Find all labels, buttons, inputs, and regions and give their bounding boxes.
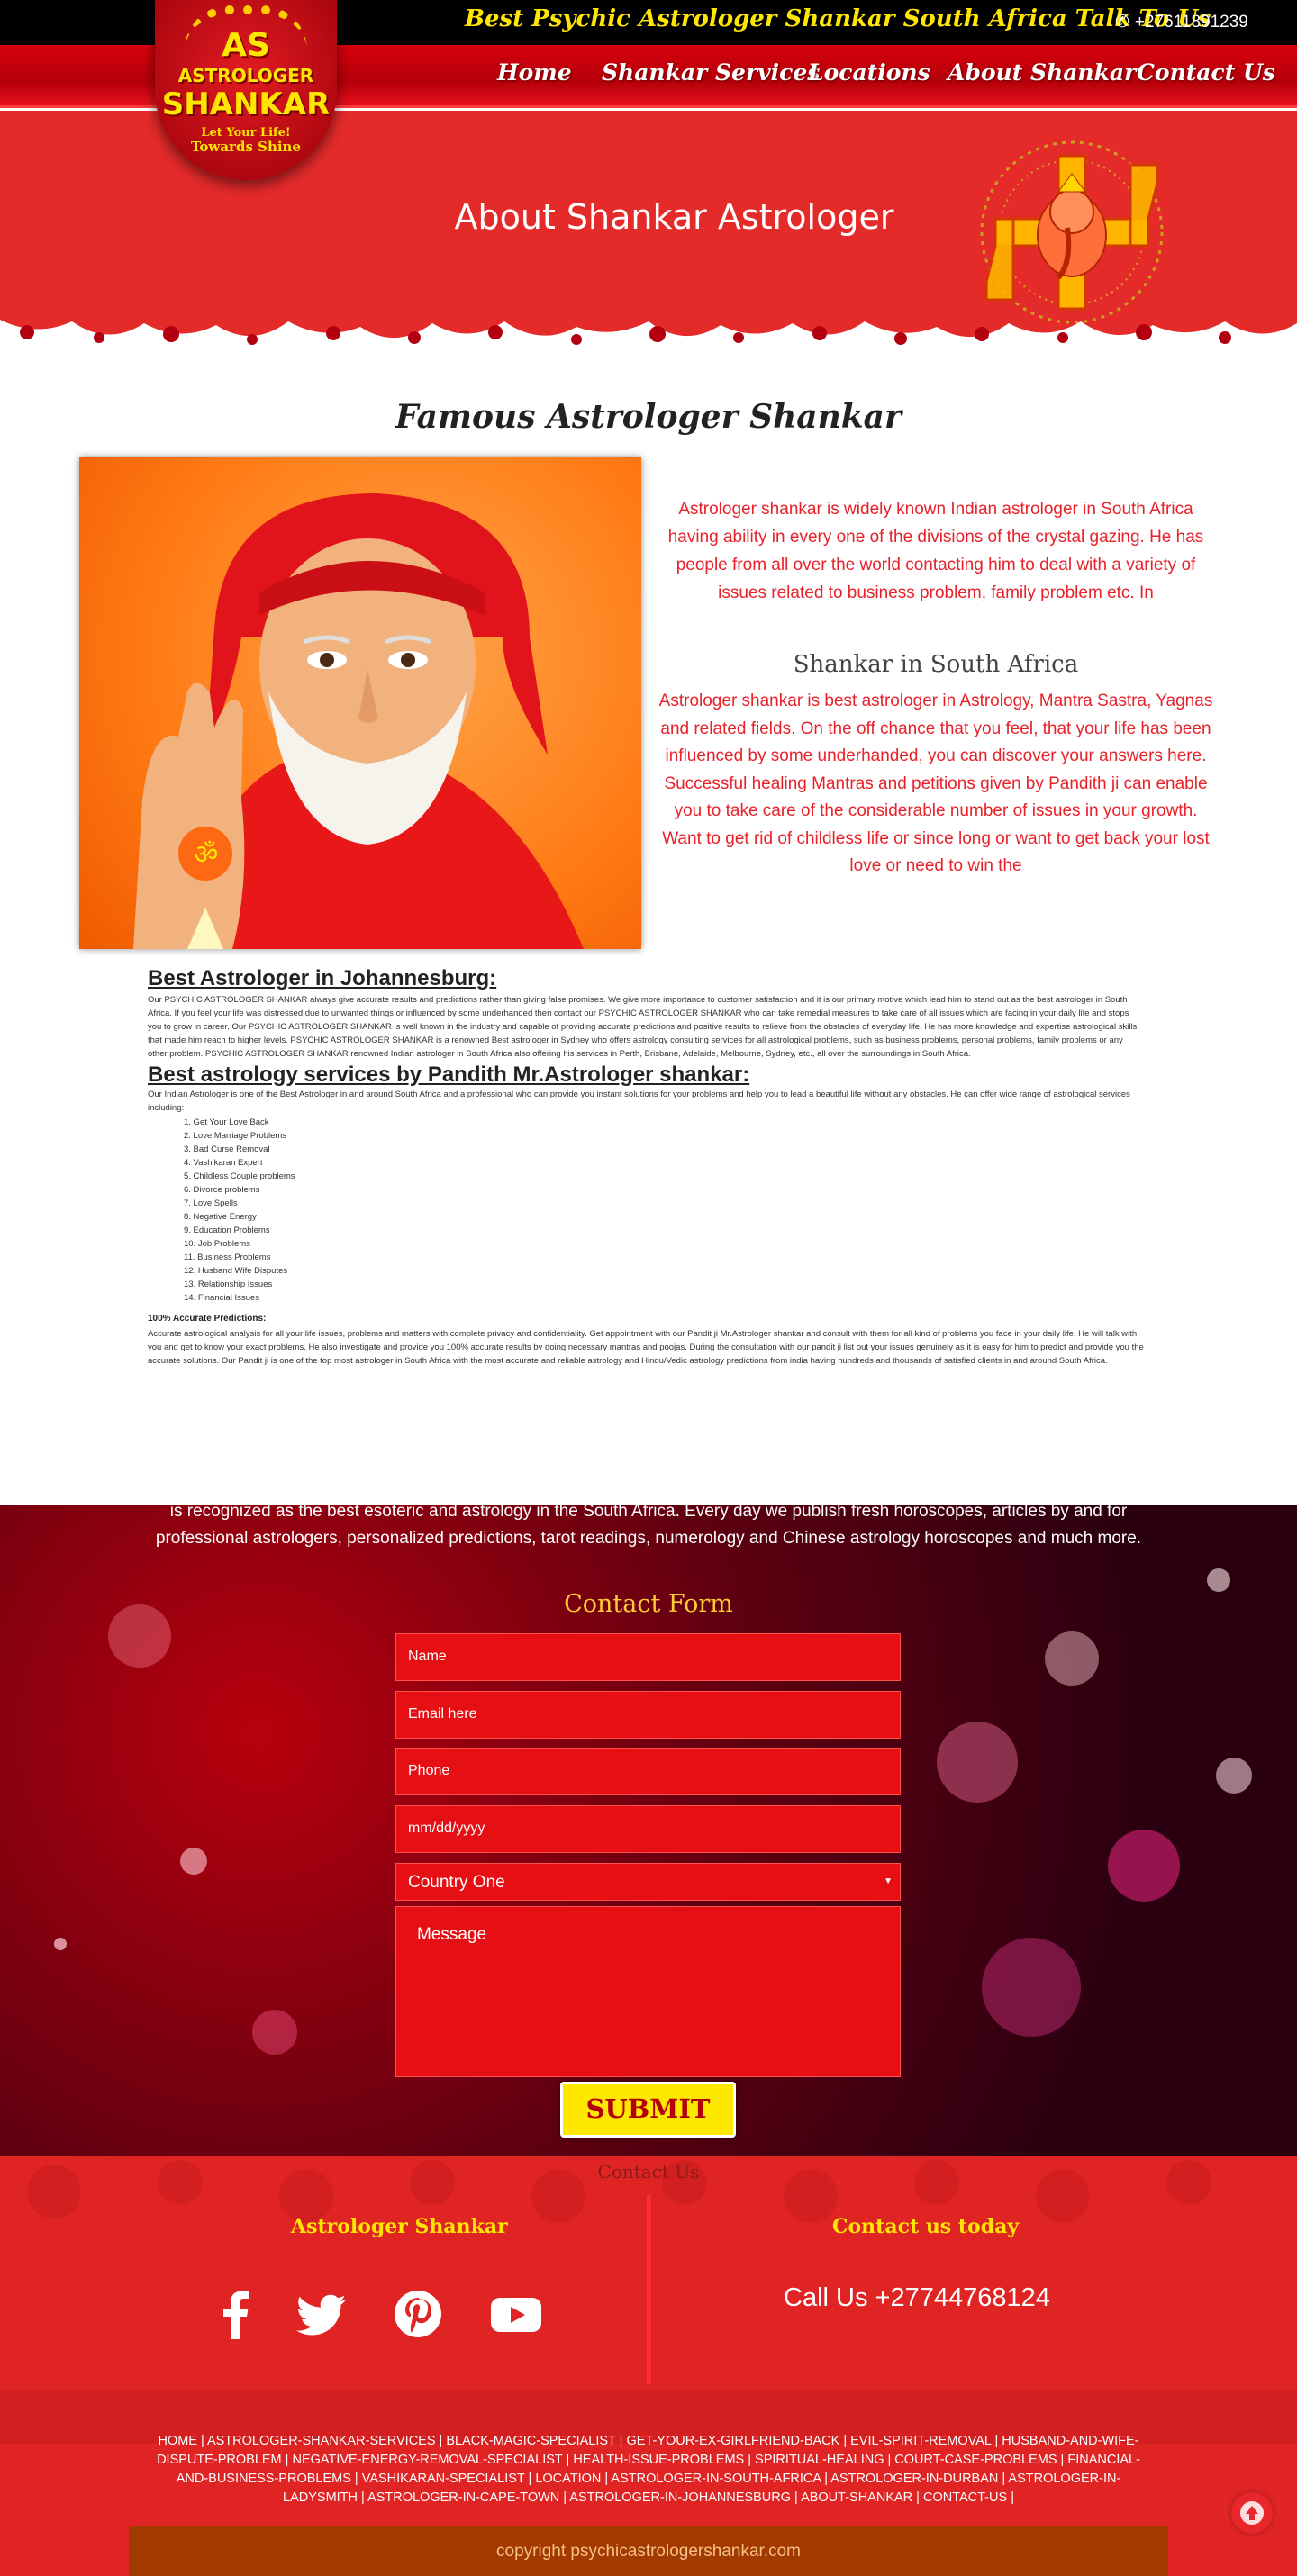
about-intro-text: Astrologer shankar is widely known India… bbox=[667, 500, 1204, 602]
services-intro-text: Our Indian Astrologer is one of the Best… bbox=[148, 1089, 1130, 1113]
list-item: 1. Get Your Love Back bbox=[184, 1117, 269, 1127]
youtube-icon[interactable] bbox=[489, 2287, 543, 2341]
bokeh-light bbox=[1108, 1830, 1180, 1902]
footer-right-title: Contact us today bbox=[832, 2215, 1020, 2238]
bokeh-light bbox=[252, 2010, 297, 2055]
list-item: 14. Financial Issues bbox=[184, 1293, 259, 1303]
chevron-down-icon: ▼ bbox=[884, 1876, 893, 1886]
site-logo[interactable]: AS ASTROLOGER SHANKAR Let Your Life! Tow… bbox=[155, 0, 337, 180]
footer-link[interactable]: ASTROLOGER-SHANKAR-SERVICES bbox=[207, 2434, 436, 2448]
nav-shankar-services[interactable]: Shankar Services bbox=[602, 59, 820, 86]
country-select[interactable]: Country One ▼ bbox=[395, 1863, 901, 1901]
south-africa-text: Astrologer shankar is best astrologer in… bbox=[658, 691, 1213, 875]
contact-blurb: is recognized as the best esoteric and a… bbox=[155, 1505, 1142, 1548]
logo-slogan-2: Towards Shine bbox=[190, 139, 302, 155]
ganesha-swastik-icon bbox=[980, 140, 1164, 324]
footer-faint-title: Contact Us bbox=[597, 2161, 700, 2183]
footer-link[interactable]: HOME bbox=[158, 2434, 197, 2448]
footer-link[interactable]: ASTROLOGER-IN-JOHANNESBURG bbox=[569, 2490, 791, 2505]
list-item: 12. Husband Wife Disputes bbox=[184, 1266, 288, 1276]
bokeh-light bbox=[982, 1938, 1081, 2037]
footer-link[interactable]: HEALTH-ISSUE-PROBLEMS bbox=[573, 2453, 744, 2467]
nav-home[interactable]: Home bbox=[497, 59, 572, 86]
footer-link[interactable]: ASTROLOGER-IN-DURBAN bbox=[830, 2472, 998, 2486]
south-africa-heading: Shankar in South Africa bbox=[793, 651, 1079, 678]
footer-link[interactable]: BLACK-MAGIC-SPECIALIST bbox=[446, 2434, 615, 2448]
bokeh-light bbox=[1216, 1758, 1252, 1794]
sai-baba-portrait-image: ॐ bbox=[79, 457, 641, 949]
submit-button[interactable]: SUBMIT bbox=[560, 2082, 736, 2138]
top-phone[interactable]: ✆ +27611891239 bbox=[1115, 12, 1248, 32]
list-item: 3. Bad Curse Removal bbox=[184, 1144, 270, 1154]
johannesburg-text: Our PSYCHIC ASTROLOGER SHANKAR always gi… bbox=[148, 995, 1138, 1059]
about-heading: Famous Astrologer Shankar bbox=[395, 398, 902, 436]
accurate-predictions-text: Accurate astrological analysis for all y… bbox=[148, 1329, 1144, 1366]
twitter-icon[interactable] bbox=[295, 2287, 349, 2341]
nav-about-shankar[interactable]: About Shankar bbox=[948, 59, 1136, 86]
footer-link[interactable]: SPIRITUAL-HEALING bbox=[755, 2453, 884, 2467]
bokeh-light bbox=[1045, 1631, 1099, 1686]
list-item: 5. Childless Couple problems bbox=[184, 1171, 295, 1181]
footer-link[interactable]: CONTACT-US bbox=[923, 2490, 1007, 2505]
bokeh-light bbox=[1207, 1568, 1230, 1592]
footer-left-title: Astrologer Shankar bbox=[291, 2215, 508, 2238]
list-item: 13. Relationship Issues bbox=[184, 1279, 273, 1289]
footer-link[interactable]: ABOUT-SHANKAR bbox=[801, 2490, 912, 2505]
nav-contact-us[interactable]: Contact Us bbox=[1137, 59, 1275, 86]
logo-initials: AS bbox=[222, 27, 270, 64]
footer-divider bbox=[647, 2195, 651, 2384]
footer-link[interactable]: COURT-CASE-PROBLEMS bbox=[894, 2453, 1057, 2467]
list-item: 8. Negative Energy bbox=[184, 1212, 257, 1222]
hero-splash-edge bbox=[0, 320, 1297, 381]
country-select-value: Country One bbox=[408, 1873, 505, 1892]
logo-slogan-1: Let Your Life! bbox=[201, 126, 291, 140]
copyright-bar: copyright psychicastrologershankar.com bbox=[129, 2526, 1168, 2576]
facebook-icon[interactable] bbox=[209, 2287, 263, 2341]
portrait-illustration: ॐ bbox=[133, 493, 584, 949]
footer-link[interactable]: VASHIKARAN-SPECIALIST bbox=[362, 2472, 525, 2486]
accurate-predictions-title: 100% Accurate Predictions: bbox=[148, 1314, 267, 1324]
back-to-top-button[interactable] bbox=[1231, 2492, 1273, 2534]
svg-text:ॐ: ॐ bbox=[194, 839, 218, 871]
name-field[interactable]: Name bbox=[395, 1633, 901, 1681]
list-item: 10. Job Problems bbox=[184, 1239, 250, 1249]
phone-field[interactable]: Phone bbox=[395, 1748, 901, 1795]
email-field[interactable]: Email here bbox=[395, 1691, 901, 1739]
list-item: 11. Business Problems bbox=[184, 1252, 271, 1262]
list-item: 4. Vashikaran Expert bbox=[184, 1158, 263, 1168]
bokeh-light bbox=[937, 1722, 1018, 1803]
message-field[interactable]: Message bbox=[395, 1906, 901, 2077]
johannesburg-title: Best Astrologer in Johannesburg: bbox=[148, 966, 497, 990]
logo-line-astrologer: ASTROLOGER bbox=[177, 65, 314, 86]
nav-locations[interactable]: Locations bbox=[808, 59, 930, 86]
pinterest-icon[interactable] bbox=[391, 2287, 445, 2341]
footer-link[interactable]: LOCATION bbox=[535, 2472, 601, 2486]
list-item: 6. Divorce problems bbox=[184, 1185, 260, 1195]
footer-link[interactable]: ASTROLOGER-IN-CAPE-TOWN bbox=[367, 2490, 559, 2505]
bokeh-light bbox=[180, 1848, 207, 1875]
list-item: 7. Love Spells bbox=[184, 1198, 238, 1208]
footer-link[interactable]: ASTROLOGER-IN-SOUTH-AFRICA bbox=[611, 2472, 821, 2486]
services-list: 1. Get Your Love Back 2. Love Marriage P… bbox=[184, 1116, 295, 1305]
services-title: Best astrology services by Pandith Mr.As… bbox=[148, 1062, 750, 1087]
list-item: 9. Education Problems bbox=[184, 1225, 270, 1235]
footer-links: HOME | ASTROLOGER-SHANKAR-SERVICES | BLA… bbox=[157, 2434, 1140, 2505]
date-field[interactable]: mm/dd/yyyy bbox=[395, 1805, 901, 1853]
top-phone-number[interactable]: +27611891239 bbox=[1135, 13, 1248, 32]
top-tagline: Best Psychic Astrologer Shankar South Af… bbox=[465, 5, 1211, 32]
footer-link[interactable]: GET-YOUR-EX-GIRLFRIEND-BACK bbox=[626, 2434, 839, 2448]
contact-form-title: Contact Form bbox=[564, 1590, 733, 1618]
footer-call[interactable]: Call Us +27744768124 bbox=[784, 2283, 1050, 2313]
bokeh-light bbox=[54, 1938, 67, 1950]
footer-link[interactable]: NEGATIVE-ENERGY-REMOVAL-SPECIALIST bbox=[292, 2453, 562, 2467]
footer-link[interactable]: EVIL-SPIRIT-REMOVAL bbox=[850, 2434, 991, 2448]
phone-icon: ✆ bbox=[1115, 13, 1129, 32]
list-item: 2. Love Marriage Problems bbox=[184, 1131, 287, 1141]
logo-line-shankar: SHANKAR bbox=[161, 86, 331, 122]
